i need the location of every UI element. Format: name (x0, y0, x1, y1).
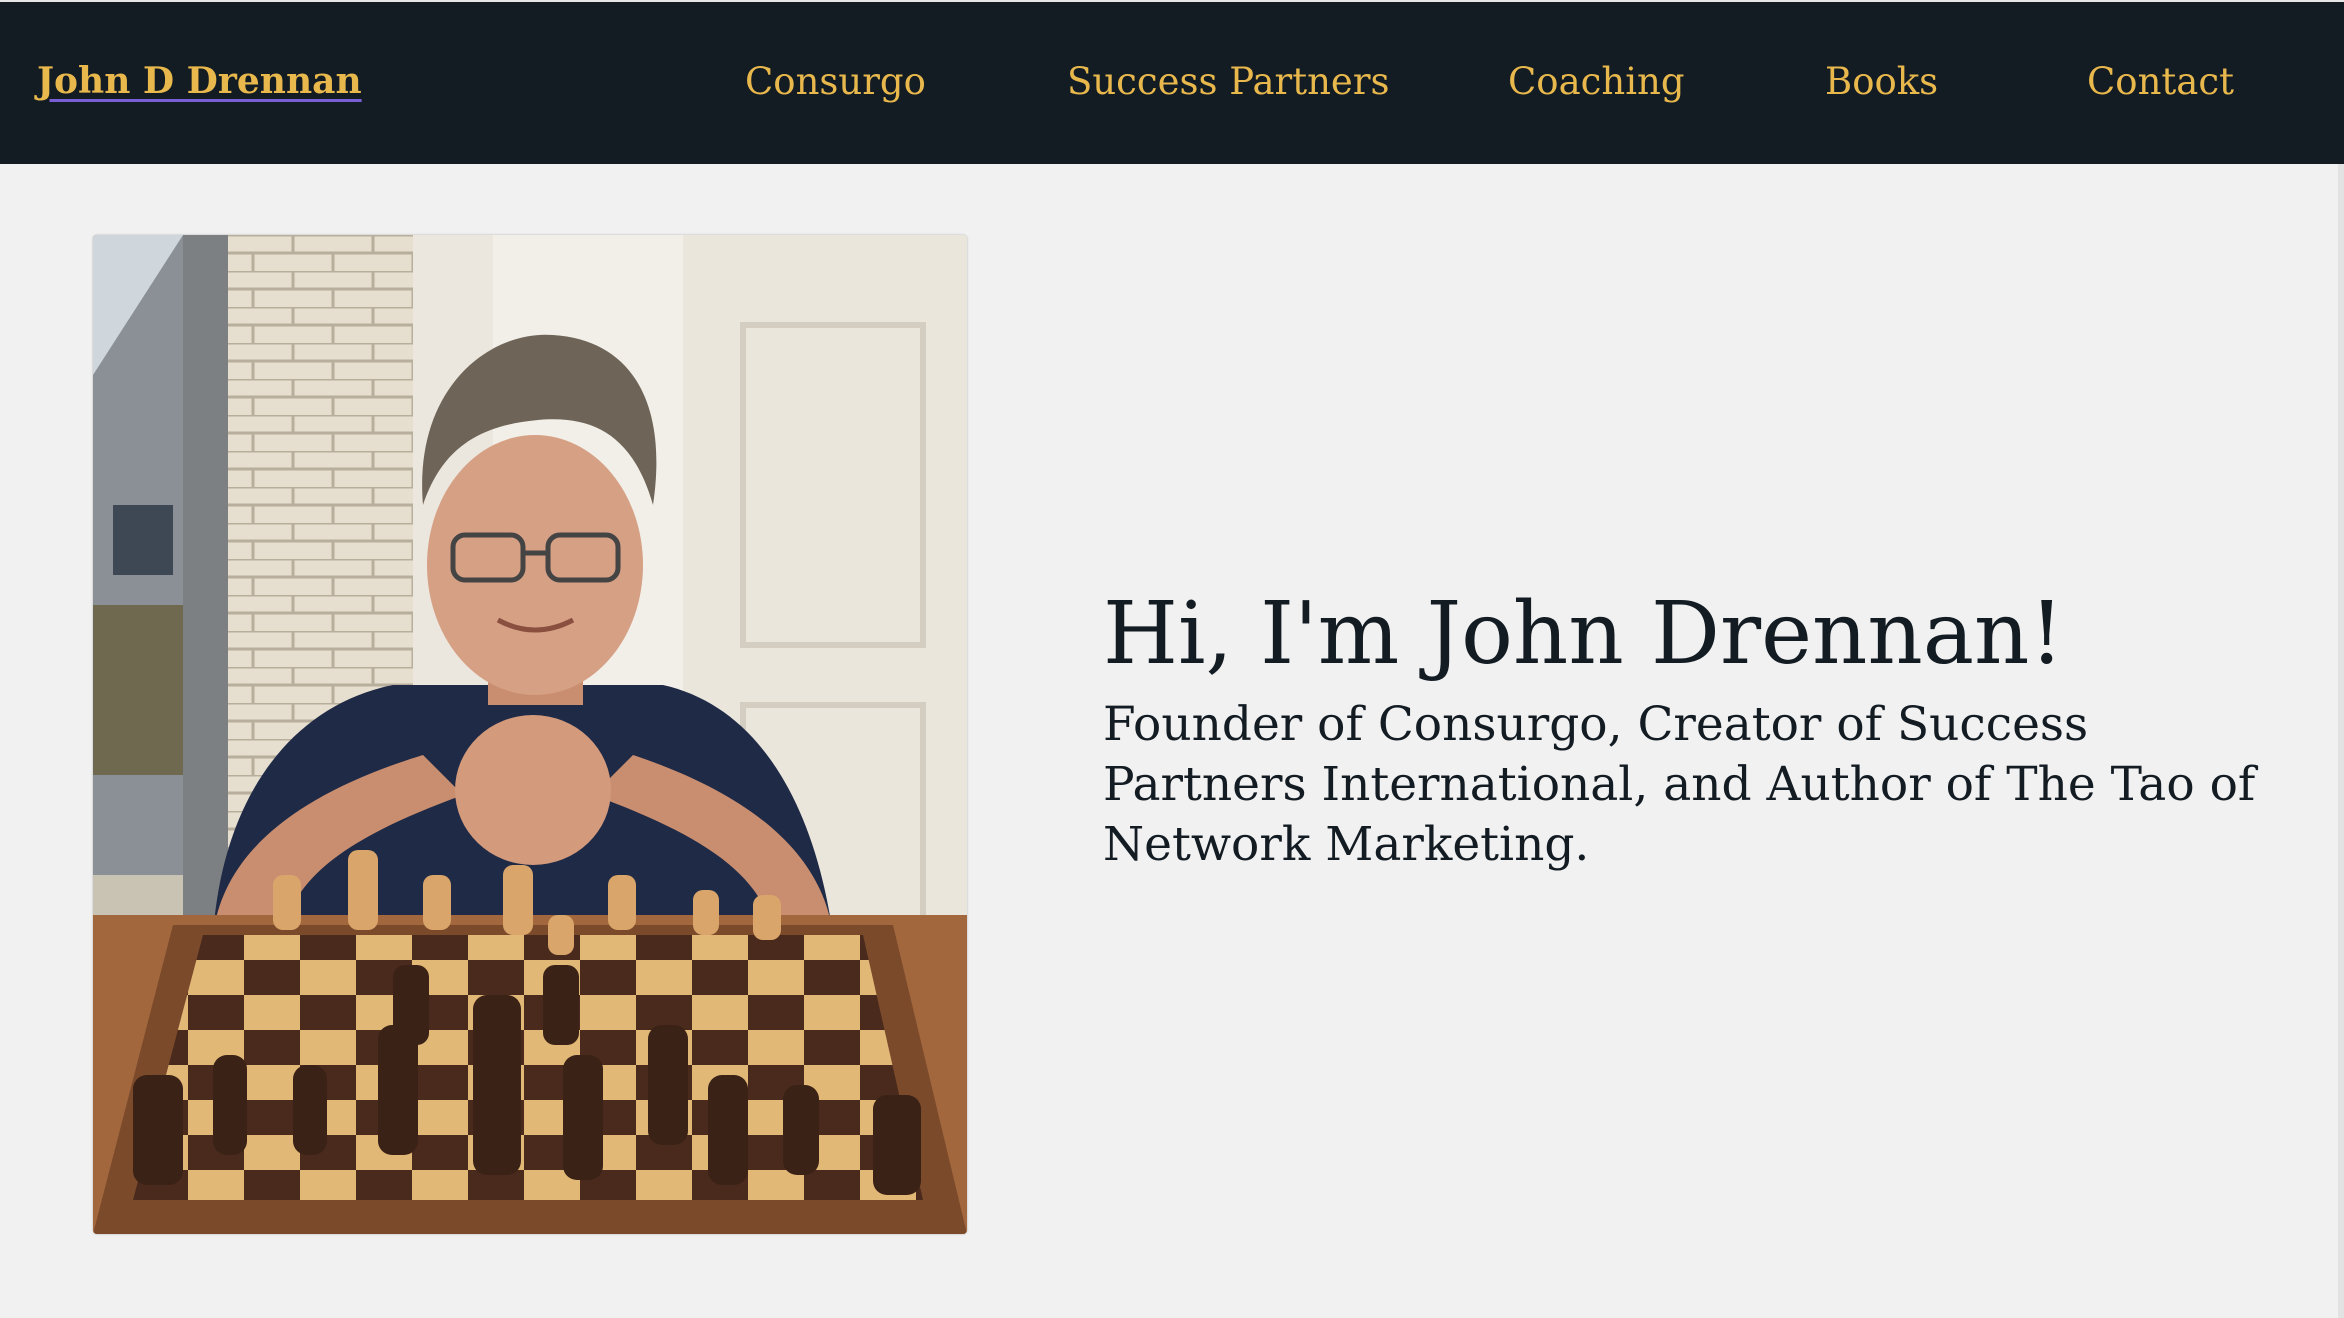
portrait-illustration (93, 235, 967, 1234)
nav-link-coaching[interactable]: Coaching (1508, 60, 1685, 103)
nav-link-success-partners[interactable]: Success Partners (1067, 60, 1390, 103)
hero-subtitle: Founder of Consurgo, Creator of Success … (1103, 697, 2256, 872)
page-scrollbar-gutter (2338, 164, 2344, 1318)
nav-link-consurgo[interactable]: Consurgo (745, 60, 926, 103)
nav-link-books[interactable]: Books (1825, 60, 1938, 103)
hero-title: Hi, I'm John Drennan! (1103, 584, 2064, 684)
top-navigation-bar: John D Drennan Consurgo Success Partners… (0, 0, 2344, 164)
nav-link-contact[interactable]: Contact (2087, 60, 2234, 103)
portrait-photo (93, 235, 967, 1234)
brand-link[interactable]: John D Drennan (37, 60, 362, 102)
